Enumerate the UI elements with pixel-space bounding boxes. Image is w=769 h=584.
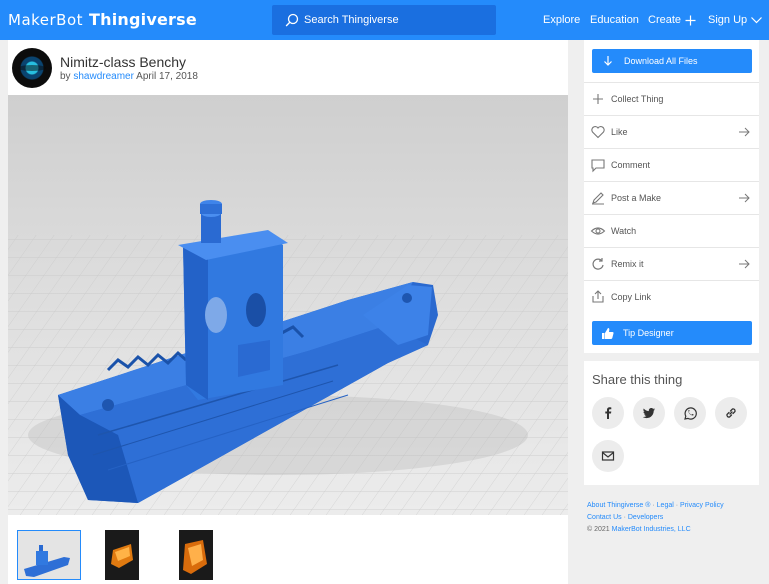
- search-box[interactable]: [272, 5, 496, 35]
- comment-icon: [591, 159, 605, 173]
- thingiverse-product: Thingiverse: [89, 10, 197, 29]
- collect-thing-label: Collect Thing: [611, 94, 664, 104]
- nav-create-label: Create: [648, 14, 682, 26]
- watch-button[interactable]: Watch: [584, 214, 759, 247]
- makerbot-brand: MakerBot: [8, 11, 84, 29]
- thumbnail-3[interactable]: [179, 530, 213, 580]
- benchy-model-render: [8, 95, 568, 515]
- share-whatsapp-button[interactable]: [674, 397, 706, 429]
- thumbs-up-icon: [602, 327, 614, 339]
- heart-icon: [591, 126, 605, 139]
- copy-link-button[interactable]: Copy Link: [584, 280, 759, 313]
- publish-date: April 17, 2018: [136, 71, 198, 82]
- nav-signup[interactable]: Sign Up: [708, 0, 763, 40]
- tip-designer-button[interactable]: Tip Designer: [592, 321, 752, 345]
- share-title: Share this thing: [592, 372, 683, 387]
- arrow-right-icon: [739, 193, 750, 203]
- author-link[interactable]: shawdreamer: [73, 71, 134, 82]
- footer-separator: ·: [652, 502, 655, 509]
- pencil-icon: [592, 192, 604, 205]
- thumbnail-1[interactable]: [17, 530, 81, 580]
- site-footer: About Thingiverse ® · Legal · Privacy Po…: [587, 500, 763, 536]
- copy-link-label: Copy Link: [611, 292, 652, 302]
- thingiverse-logo[interactable]: MakerBot Thingiverse: [8, 10, 197, 30]
- nav-create[interactable]: Create: [648, 0, 696, 40]
- plus-icon: [685, 15, 696, 25]
- eye-icon: [590, 227, 606, 235]
- chevron-down-icon: [751, 17, 763, 24]
- download-label: Download All Files: [624, 56, 698, 66]
- share-copy-link-button[interactable]: [715, 397, 747, 429]
- footer-company-link[interactable]: MakerBot Industries, LLC: [612, 526, 691, 533]
- download-all-files-button[interactable]: Download All Files: [592, 49, 752, 73]
- nav-education[interactable]: Education: [590, 0, 639, 40]
- share-icon: [592, 290, 604, 303]
- post-a-make-button[interactable]: Post a Make: [584, 181, 759, 214]
- thumbnail-benchy-icon: [24, 545, 70, 577]
- action-list: Collect Thing Like Comment Post a Make W…: [584, 82, 759, 313]
- remix-icon: [592, 258, 604, 270]
- footer-about-link[interactable]: About Thingiverse ®: [587, 502, 650, 509]
- thumbnail-print-photo: [105, 530, 139, 580]
- plus-icon: [593, 94, 603, 104]
- comment-button[interactable]: Comment: [584, 148, 759, 181]
- email-icon: [601, 451, 615, 461]
- footer-separator: ·: [623, 514, 626, 521]
- footer-privacy-link[interactable]: Privacy Policy: [680, 502, 724, 509]
- arrow-right-icon: [739, 127, 750, 137]
- thing-actions-panel: Download All Files Collect Thing Like Co…: [584, 40, 759, 353]
- page-title: Nimitz-class Benchy: [60, 54, 187, 70]
- whatsapp-icon: [683, 406, 697, 420]
- tip-designer-label: Tip Designer: [623, 328, 674, 338]
- thumbnail-2[interactable]: [105, 530, 139, 580]
- share-email-button[interactable]: [592, 440, 624, 472]
- share-facebook-button[interactable]: [592, 397, 624, 429]
- like-label: Like: [611, 127, 628, 137]
- collect-thing-button[interactable]: Collect Thing: [584, 82, 759, 115]
- nav-explore-label: Explore: [543, 14, 581, 26]
- footer-copyright: © 2021: [587, 526, 610, 533]
- nav-education-label: Education: [590, 14, 639, 26]
- remix-it-label: Remix it: [611, 259, 644, 269]
- search-input[interactable]: [304, 5, 490, 35]
- watch-label: Watch: [611, 226, 637, 236]
- share-panel: Share this thing: [584, 361, 759, 485]
- facebook-icon: [605, 407, 612, 419]
- footer-contact-link[interactable]: Contact Us: [587, 514, 622, 521]
- thing-main-panel: Nimitz-class Benchy by shawdreamer April…: [8, 40, 568, 584]
- comment-label: Comment: [611, 160, 651, 170]
- footer-developers-link[interactable]: Developers: [628, 514, 663, 521]
- link-icon: [726, 408, 736, 418]
- nav-explore[interactable]: Explore: [543, 0, 580, 40]
- arrow-right-icon: [739, 259, 750, 269]
- twitter-icon: [642, 408, 655, 419]
- image-thumbnails: [8, 515, 568, 584]
- download-icon: [604, 56, 612, 66]
- like-button[interactable]: Like: [584, 115, 759, 148]
- byline: by shawdreamer April 17, 2018: [60, 71, 198, 82]
- post-a-make-label: Post a Make: [611, 193, 662, 203]
- remix-it-button[interactable]: Remix it: [584, 247, 759, 280]
- search-icon: [285, 13, 299, 27]
- avatar[interactable]: [12, 48, 52, 88]
- nav-signup-label: Sign Up: [708, 14, 748, 26]
- footer-legal-link[interactable]: Legal: [657, 502, 674, 509]
- model-preview-image[interactable]: [8, 95, 568, 515]
- share-twitter-button[interactable]: [633, 397, 665, 429]
- thumbnail-print-photo: [179, 530, 213, 580]
- top-nav-bar: MakerBot Thingiverse Explore Education Cr…: [0, 0, 769, 40]
- footer-separator: ·: [675, 502, 679, 509]
- byline-by: by: [60, 71, 71, 82]
